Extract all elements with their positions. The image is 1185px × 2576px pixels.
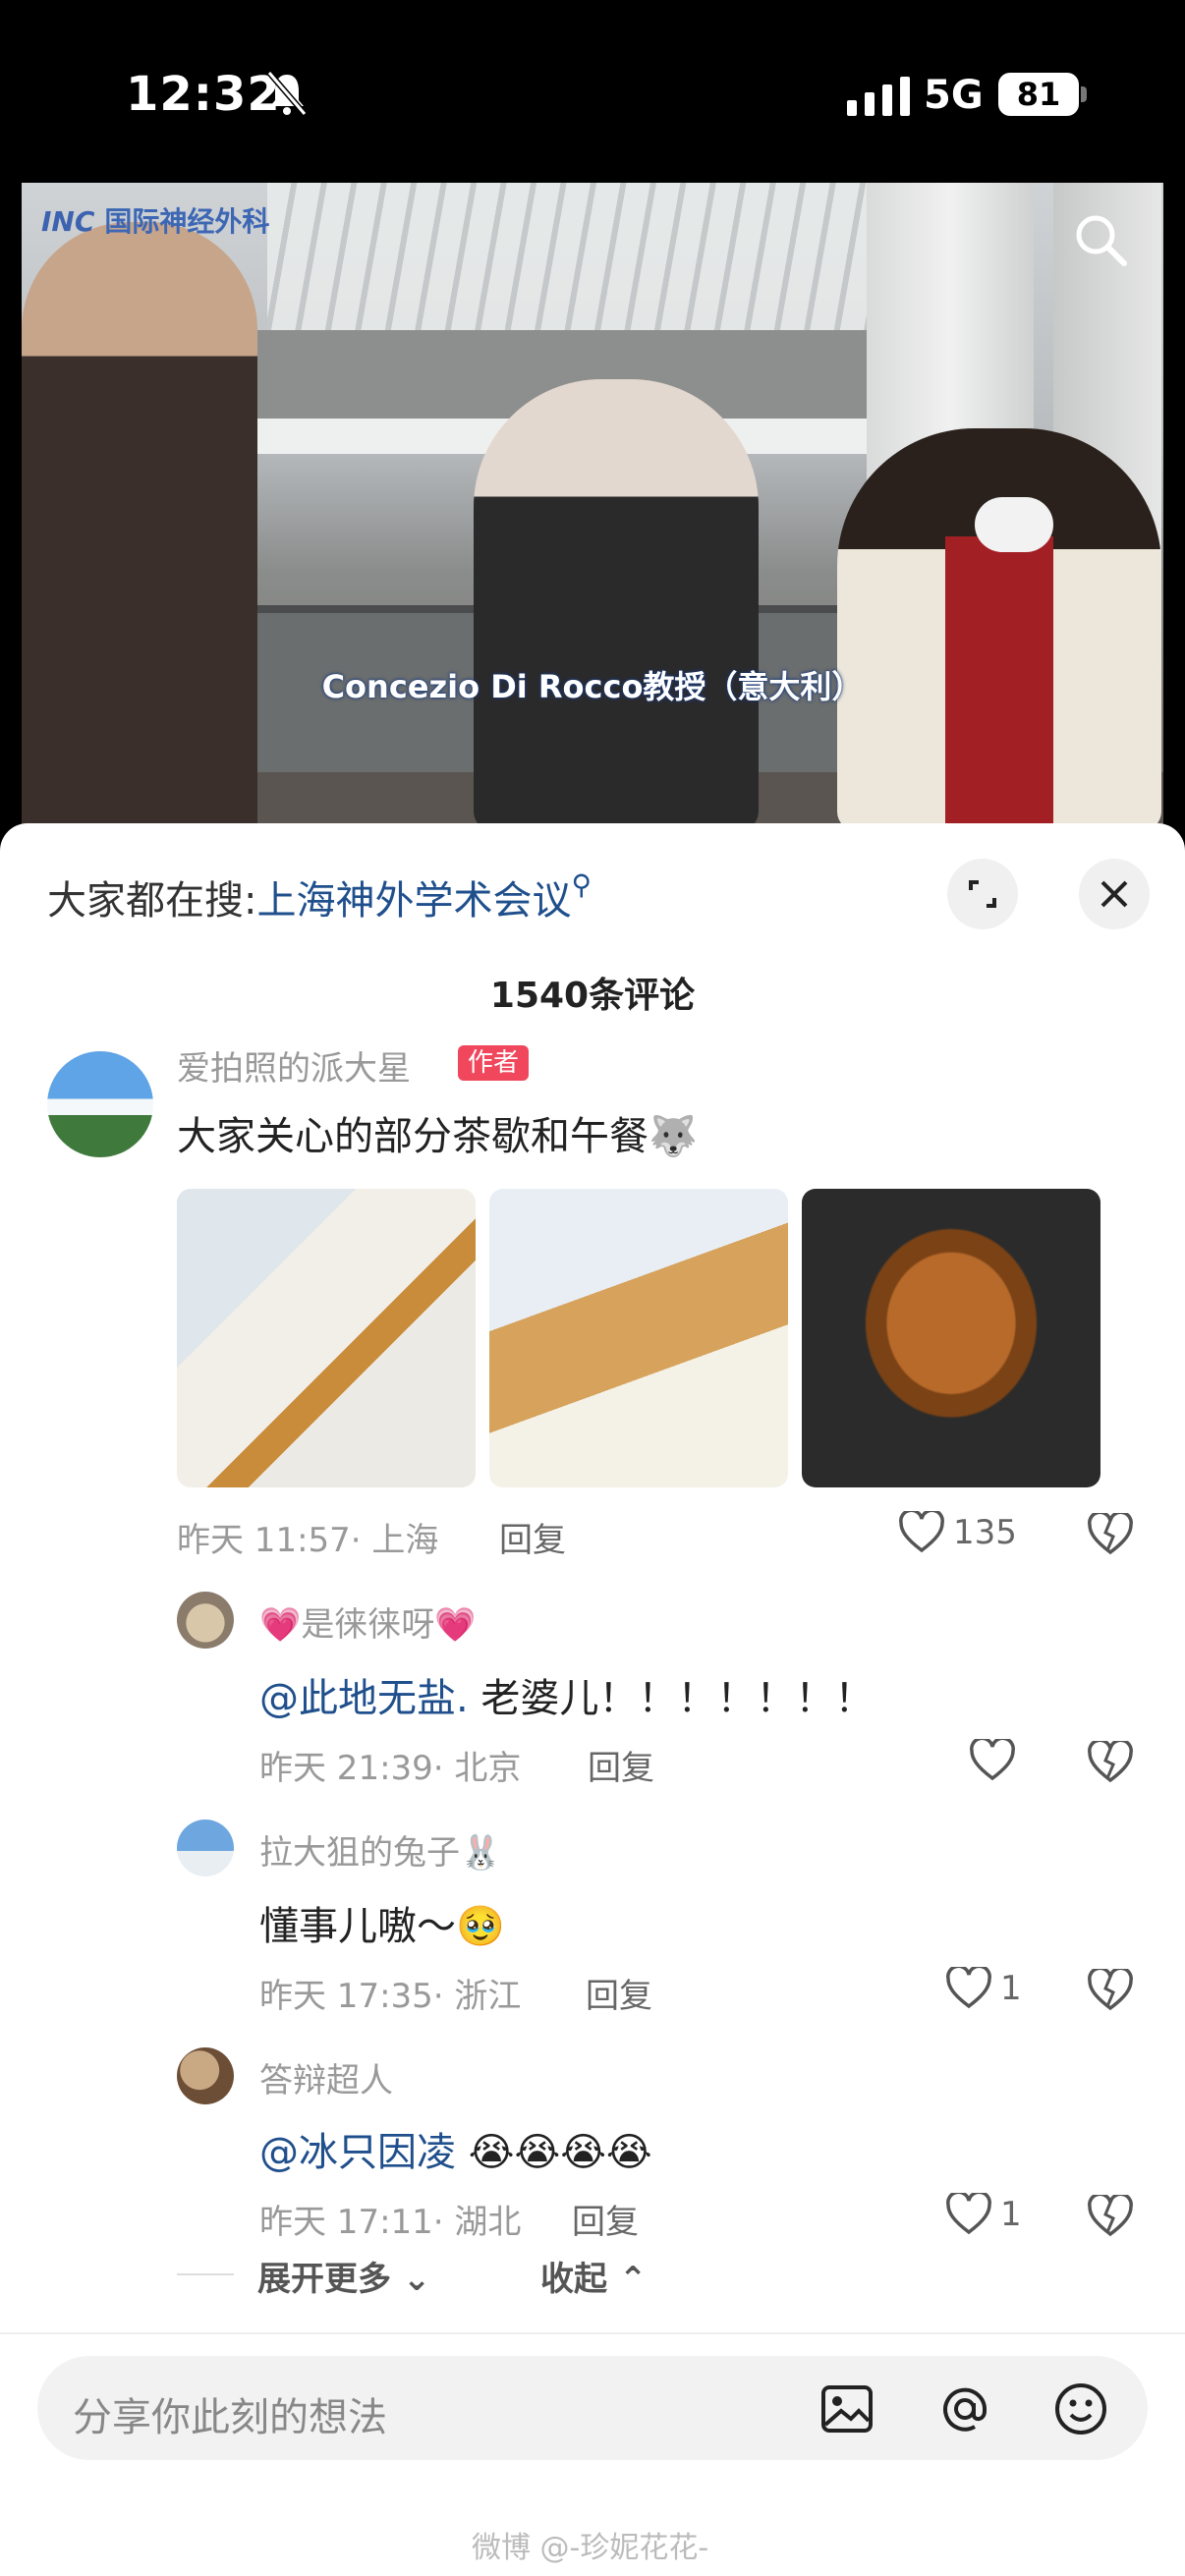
trending-search-prefix: 大家都在搜: bbox=[47, 878, 257, 924]
comment-author[interactable]: 爱拍照的派大星 bbox=[177, 1041, 411, 1090]
image-icon[interactable] bbox=[816, 2378, 878, 2440]
signal-icon bbox=[847, 77, 910, 116]
comment-text: @冰只因凌 😭😭😭😭 bbox=[259, 2130, 652, 2175]
like-count: 135 bbox=[953, 1513, 1017, 1552]
comment-meta: 昨天 21:39· 北京 bbox=[259, 1749, 522, 1788]
heart-icon bbox=[970, 1739, 1015, 1781]
mention-link[interactable]: @冰只因凌 bbox=[259, 2130, 456, 2175]
search-icon[interactable] bbox=[1071, 210, 1130, 269]
video-player[interactable]: INC 国际神经外科 Concezio Di Rocco教授（意大利） bbox=[22, 183, 1163, 831]
watermark: 微博 @-珍妮花花- bbox=[472, 2531, 709, 2565]
comment-meta: 昨天 17:35· 浙江 bbox=[259, 1977, 522, 2016]
broken-heart-icon[interactable] bbox=[1087, 1741, 1134, 1784]
reply-button[interactable]: 回复 bbox=[572, 2195, 639, 2243]
mention-link[interactable]: @此地无盐. bbox=[259, 1676, 469, 1721]
close-icon bbox=[1100, 880, 1128, 908]
trending-search[interactable]: 大家都在搜:上海神外学术会议⚲ bbox=[47, 868, 592, 925]
comment-photo[interactable] bbox=[177, 1189, 476, 1487]
like-button[interactable]: 135 bbox=[898, 1511, 1017, 1554]
expand-more-button[interactable]: 展开更多 ⌄ bbox=[257, 2252, 430, 2300]
comment-author[interactable]: 答辩超人 bbox=[259, 2053, 393, 2101]
comment-meta: 昨天 17:11· 湖北 bbox=[259, 2203, 522, 2242]
trending-search-keyword[interactable]: 上海神外学术会议 bbox=[256, 878, 571, 924]
comment-text: @此地无盐. 老婆儿！！！！！！！ bbox=[259, 1676, 875, 1721]
divider bbox=[0, 2332, 1185, 2334]
heart-icon bbox=[946, 1967, 991, 2009]
comment-text: 大家关心的部分茶歇和午餐🐺 bbox=[177, 1114, 698, 1159]
comment-photo[interactable] bbox=[802, 1189, 1100, 1487]
battery-icon: 81 bbox=[998, 73, 1079, 116]
battery-tip bbox=[1081, 86, 1087, 102]
video-person-left bbox=[22, 222, 257, 831]
bell-slash-icon bbox=[266, 71, 308, 116]
broken-heart-icon[interactable] bbox=[1087, 1513, 1134, 1556]
comment-text: 懂事儿嗷～🥹 bbox=[259, 1904, 505, 1949]
at-icon[interactable] bbox=[933, 2378, 996, 2440]
reply-button[interactable]: 回复 bbox=[588, 1741, 654, 1789]
collapse-button[interactable]: 收起 ⌃ bbox=[540, 2252, 647, 2300]
comment-sheet: 大家都在搜:上海神外学术会议⚲ 1540条评论 爱拍照的派大星 作者 大家关心的… bbox=[0, 823, 1185, 2576]
like-count: 1 bbox=[1000, 2195, 1022, 2234]
status-bar: 12:32 5G 81 bbox=[0, 0, 1185, 187]
video-mask bbox=[975, 497, 1053, 552]
comment-meta: 昨天 11:57· 上海 bbox=[177, 1521, 439, 1560]
reply-button[interactable]: 回复 bbox=[586, 1969, 652, 2017]
reply-button[interactable]: 回复 bbox=[499, 1513, 566, 1561]
heart-icon bbox=[899, 1511, 944, 1553]
video-caption: Concezio Di Rocco教授（意大利） bbox=[321, 668, 864, 705]
like-button[interactable]: 1 bbox=[945, 2193, 1022, 2236]
video-person-middle bbox=[474, 379, 759, 831]
network-type: 5G bbox=[924, 73, 984, 118]
comment-author[interactable]: 拉大狙的兔子🐰 bbox=[259, 1825, 501, 1874]
expand-button[interactable] bbox=[947, 859, 1018, 929]
author-badge: 作者 bbox=[458, 1045, 530, 1081]
avatar[interactable] bbox=[47, 1051, 153, 1157]
chevron-down-icon: ⌄ bbox=[402, 2260, 431, 2299]
avatar[interactable] bbox=[177, 1592, 234, 1649]
comment-input-placeholder[interactable]: 分享你此刻的想法 bbox=[73, 2385, 387, 2442]
comment-author[interactable]: 💗是徕徕呀💗 bbox=[259, 1597, 477, 1646]
comment-photo[interactable] bbox=[489, 1189, 788, 1487]
like-button[interactable] bbox=[969, 1739, 1024, 1782]
search-icon: ⚲ bbox=[571, 868, 592, 901]
avatar[interactable] bbox=[177, 2047, 234, 2104]
like-button[interactable]: 1 bbox=[945, 1967, 1022, 2010]
heart-icon bbox=[946, 2193, 991, 2235]
avatar[interactable] bbox=[177, 1820, 234, 1876]
emoji-icon[interactable] bbox=[1049, 2378, 1112, 2440]
thread-line bbox=[177, 2273, 234, 2275]
expand-icon bbox=[969, 880, 996, 908]
like-count: 1 bbox=[1000, 1969, 1022, 2008]
comment-count: 1540条评论 bbox=[489, 976, 696, 1016]
video-logo: INC 国际神经外科 bbox=[41, 205, 270, 238]
close-button[interactable] bbox=[1079, 859, 1150, 929]
comment-input[interactable]: 分享你此刻的想法 bbox=[37, 2356, 1148, 2460]
status-time: 12:32 bbox=[126, 67, 281, 122]
chevron-up-icon: ⌃ bbox=[618, 2260, 648, 2299]
broken-heart-icon[interactable] bbox=[1087, 2195, 1134, 2238]
broken-heart-icon[interactable] bbox=[1087, 1969, 1134, 2012]
